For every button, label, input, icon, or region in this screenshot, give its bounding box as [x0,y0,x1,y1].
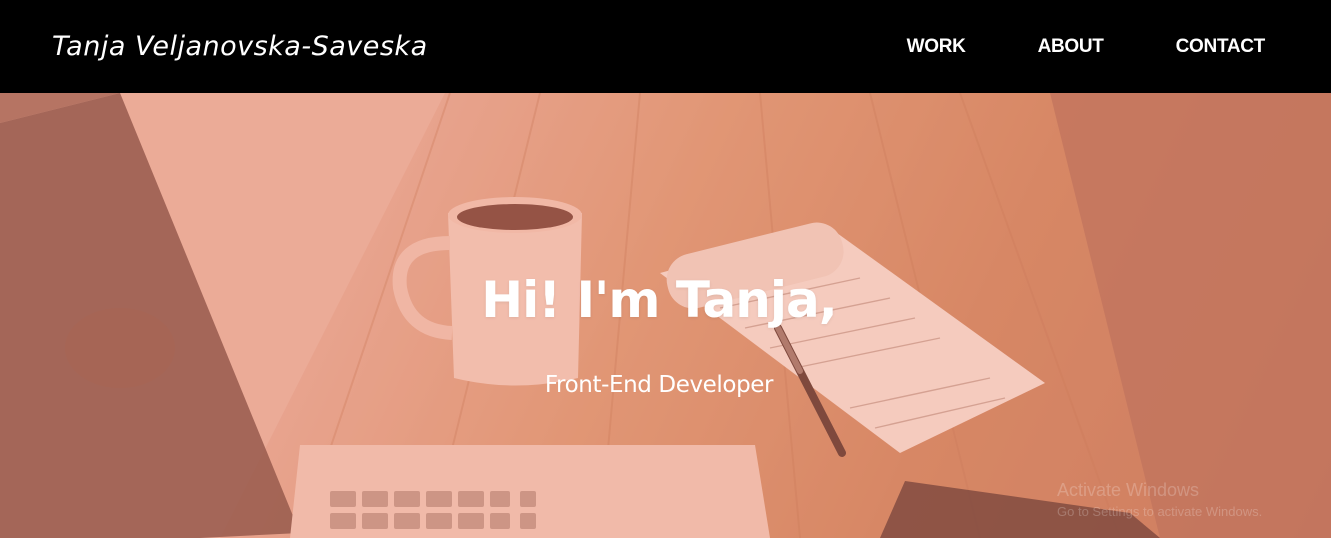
nav-link-contact[interactable]: CONTACT [1176,36,1266,58]
hero-title: Hi! I'm Tanja, [481,271,837,329]
brand-logo-link[interactable]: Tanja Veljanovska-Saveska [52,31,428,62]
nav-link-work[interactable]: WORK [907,36,966,58]
watermark-title: Activate Windows [1057,480,1200,500]
navbar: Tanja Veljanovska-Saveska WORK ABOUT CON… [0,0,1331,93]
nav-link-about[interactable]: ABOUT [1038,36,1104,58]
main-nav: WORK ABOUT CONTACT [907,36,1266,58]
hero-subtitle: Front-End Developer [544,372,774,398]
hero-section: Hi! I'm Tanja, Front-End Developer Activ… [0,93,1331,538]
watermark-subtitle: Go to Settings to activate Windows. [1057,504,1263,519]
activate-windows-watermark: Activate Windows Go to Settings to activ… [1057,480,1262,519]
